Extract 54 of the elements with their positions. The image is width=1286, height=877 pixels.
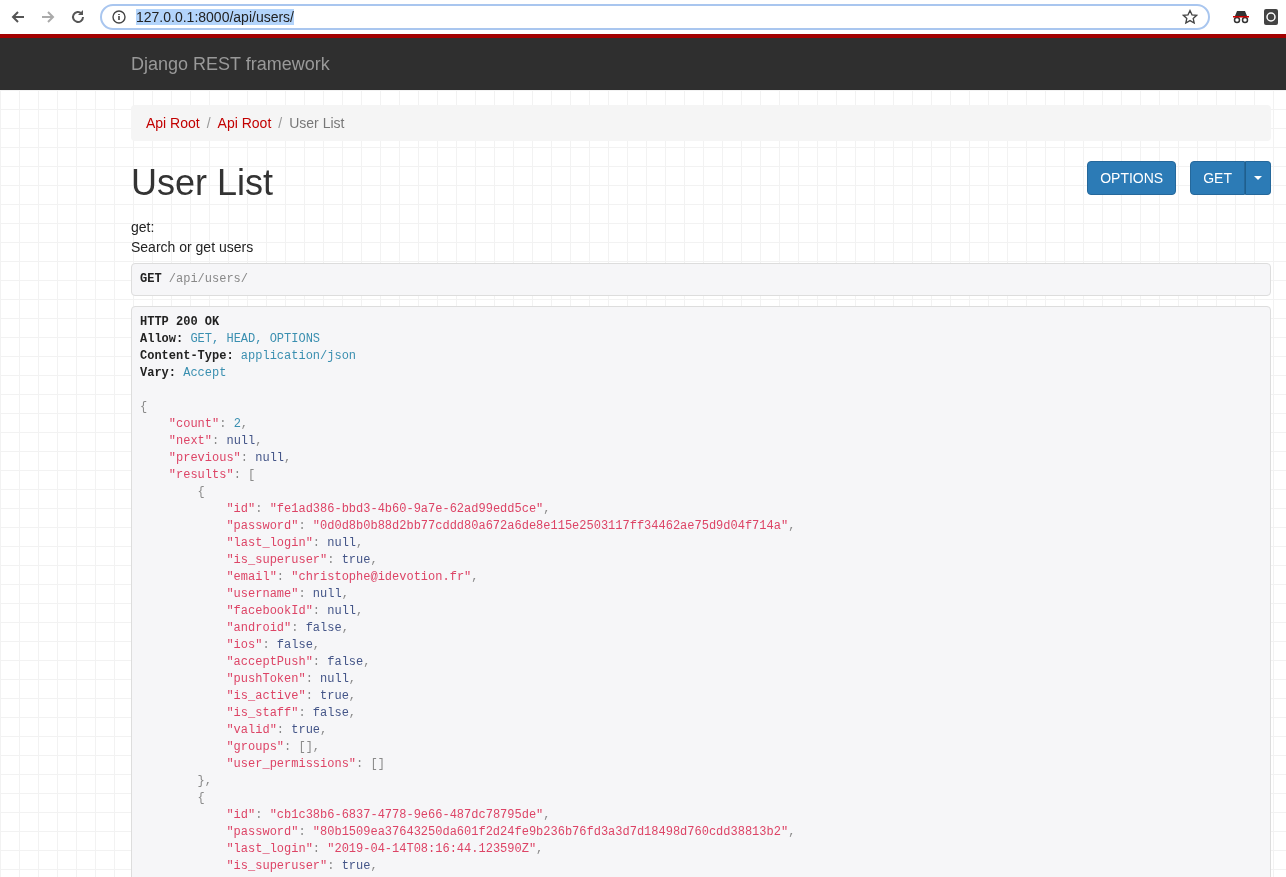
url-text[interactable]: 127.0.0.1:8000/api/users/ xyxy=(136,9,294,25)
options-button[interactable]: OPTIONS xyxy=(1087,161,1177,195)
header-line: Vary: Accept xyxy=(140,364,228,382)
code-line: "ios": false, xyxy=(225,636,322,654)
code-line: "next": null, xyxy=(167,432,264,450)
extension-icon[interactable] xyxy=(1264,9,1278,25)
code-line: "email": "christophe@idevotion.fr", xyxy=(225,568,480,586)
back-icon[interactable] xyxy=(10,9,26,25)
page-title: User List xyxy=(131,161,275,203)
code-line: "id": "cb1c38b6-6837-4778-9e66-487dc78795de", xyxy=(225,806,552,824)
code-line: "previous": null, xyxy=(167,449,293,467)
code-line: "acceptPush": false, xyxy=(225,653,372,671)
dropdown-toggle[interactable] xyxy=(1245,161,1271,195)
breadcrumb-current: User List xyxy=(289,115,345,131)
code-line: "password": "80b1509ea37643250da601f2d24fe9b236b76fd3a3d7d18498d760cdd38813b2", xyxy=(225,823,797,841)
code-line: "password": "0d0d8b0b88d2bb77cddd80a672a6de8e115e2503117ff34462ae75d9d04f714a", xyxy=(225,517,797,535)
request-line: GET /api/users/ xyxy=(140,270,250,288)
breadcrumb-separator: / xyxy=(277,115,284,131)
description-text: Search or get users xyxy=(131,237,255,257)
code-line: { xyxy=(196,483,206,501)
code-line: "results": [ xyxy=(167,466,257,484)
info-icon[interactable] xyxy=(112,10,126,24)
star-icon[interactable] xyxy=(1182,9,1198,25)
code-line: "id": "fe1ad386-bbd3-4b60-9a7e-62ad99edd5ce", xyxy=(225,500,552,518)
reload-icon[interactable] xyxy=(70,9,86,25)
code-line: { xyxy=(140,398,149,416)
code-line: "pushToken": null, xyxy=(225,670,358,688)
status-line: HTTP 200 OK xyxy=(140,313,221,331)
code-line: "is_active": true, xyxy=(225,687,358,705)
breadcrumb-link[interactable]: Api Root xyxy=(217,115,272,131)
address-bar[interactable]: 127.0.0.1:8000/api/users/ xyxy=(100,4,1210,30)
code-line: "username": null, xyxy=(225,585,350,603)
method-label: get: xyxy=(131,217,156,237)
breadcrumb-link[interactable]: Api Root xyxy=(146,115,200,131)
code-line: "valid": true, xyxy=(225,721,329,739)
code-line: "count": 2, xyxy=(167,415,250,433)
code-line: "groups": [], xyxy=(225,738,322,756)
get-button[interactable]: GET xyxy=(1190,161,1245,195)
breadcrumb-separator: / xyxy=(205,115,212,131)
code-line: "last_login": null, xyxy=(225,534,365,552)
code-line: "android": false, xyxy=(225,619,350,637)
brand-link[interactable]: Django REST framework xyxy=(131,53,330,75)
code-line: "facebookId": null, xyxy=(225,602,365,620)
code-line: "last_login": "2019-04-14T08:16:44.123590Z", xyxy=(225,840,545,858)
code-line: "user_permissions": [] xyxy=(225,755,386,773)
code-line: "is_superuser": true, xyxy=(225,551,379,569)
code-line: "is_staff": false, xyxy=(225,704,358,722)
code-line: { xyxy=(196,789,206,807)
header-line: Content-Type: application/json xyxy=(140,347,358,365)
code-line: }, xyxy=(196,772,213,790)
code-line: "is_superuser": true, xyxy=(225,857,379,875)
header-line: Allow: GET, HEAD, OPTIONS xyxy=(140,330,322,348)
caret-icon xyxy=(1254,176,1262,180)
incognito-icon[interactable] xyxy=(1232,10,1250,24)
